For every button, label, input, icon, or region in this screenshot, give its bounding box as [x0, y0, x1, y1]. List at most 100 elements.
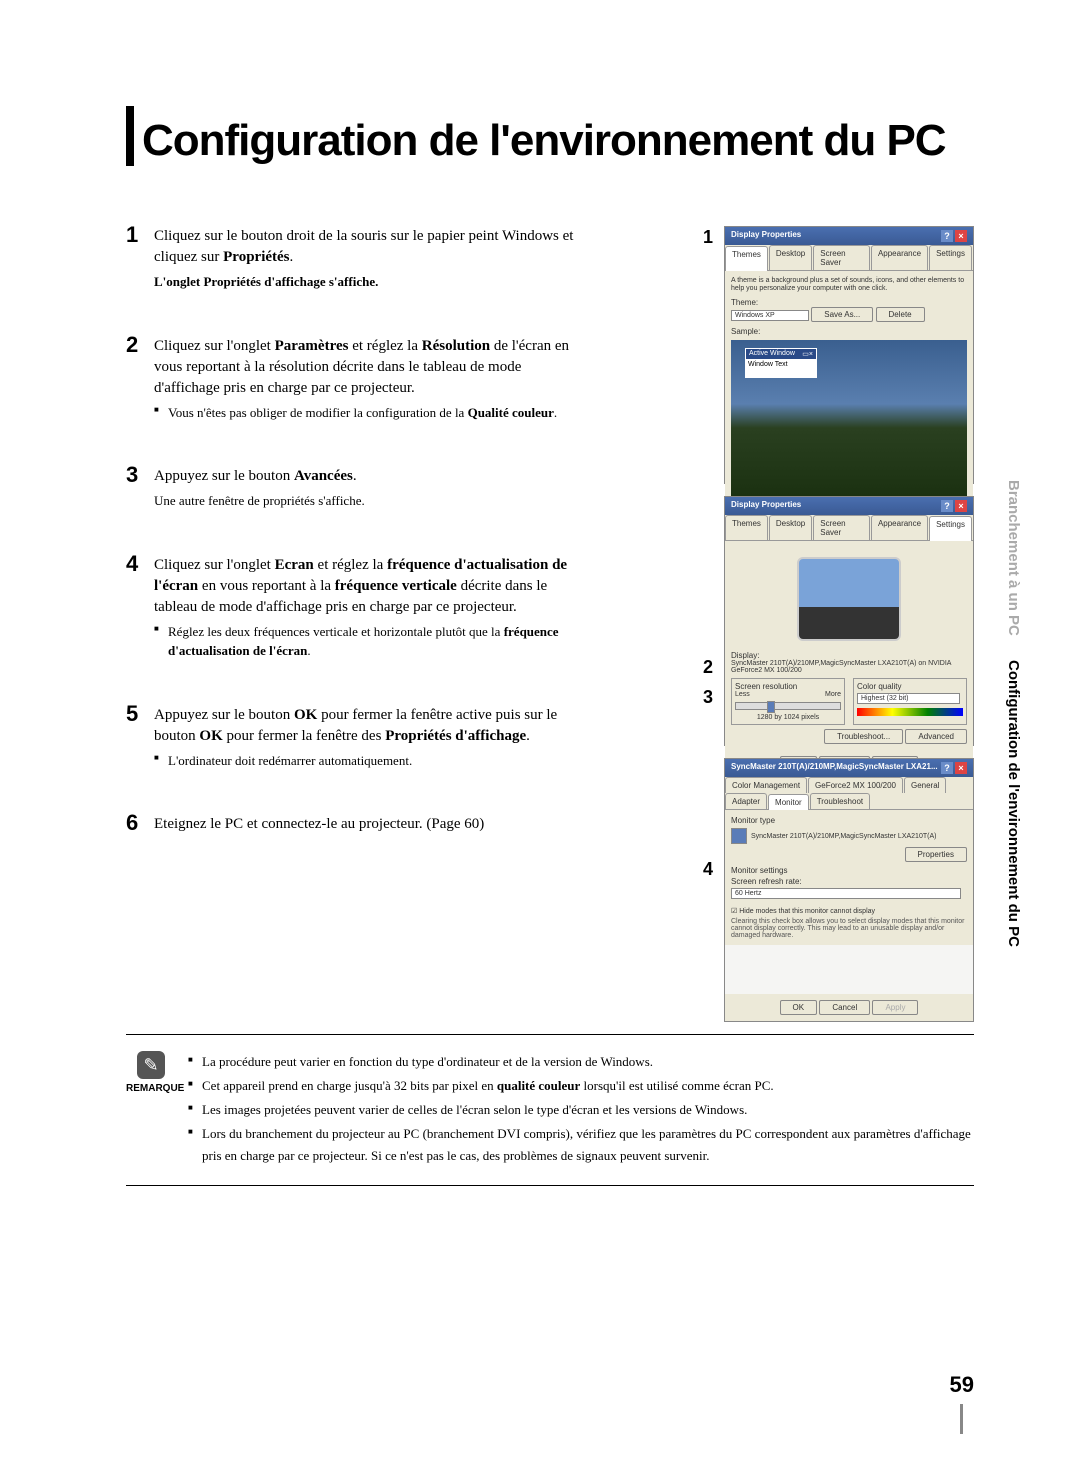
dialog-titlebar: SyncMaster 210T(A)/210MP,MagicSyncMaster… [725, 759, 973, 777]
step-text: Cliquez sur l'onglet Paramètres et régle… [154, 336, 586, 399]
dialog-body: Display: SyncMaster 210T(A)/210MP,MagicS… [725, 541, 973, 750]
tab-geforce[interactable]: GeForce2 MX 100/200 [808, 777, 903, 793]
pencil-icon: ✎ [137, 1051, 165, 1079]
remark-label: REMARQUE [126, 1083, 176, 1094]
dialog-tabs: Themes Desktop Screen Saver Appearance S… [725, 515, 973, 541]
monitor-icon [731, 828, 747, 844]
page: Configuration de l'environnement du PC 1… [0, 0, 1080, 1474]
sample-preview: Active Window▭× Window Text [731, 340, 967, 500]
step-5: 5 Appuyez sur le bouton OK pour fermer l… [126, 705, 586, 771]
advanced-button[interactable]: Advanced [905, 729, 967, 744]
help-icon[interactable]: ? [941, 230, 953, 242]
step-text: Appuyez sur le bouton Avancées. [154, 466, 586, 487]
tab-screensaver[interactable]: Screen Saver [813, 515, 870, 540]
tab-adapter[interactable]: Adapter [725, 793, 767, 809]
close-icon[interactable]: × [955, 762, 967, 774]
step-number: 4 [126, 551, 138, 577]
cancel-button[interactable]: Cancel [819, 1000, 870, 1015]
step-text: Cliquez sur l'onglet Ecran et réglez la … [154, 555, 586, 618]
tab-monitor[interactable]: Monitor [768, 794, 809, 810]
side-tab-page: Configuration de l'environnement du PC [1005, 660, 1022, 947]
page-title: Configuration de l'environnement du PC [126, 106, 974, 166]
step-bullet: L'ordinateur doit redémarrer automatique… [154, 751, 586, 771]
remark-list: La procédure peut varier en fonction du … [188, 1051, 974, 1169]
tab-themes[interactable]: Themes [725, 515, 768, 540]
dialog-body: A theme is a background plus a set of so… [725, 271, 973, 510]
dialog-tabs: Color Management GeForce2 MX 100/200 Gen… [725, 777, 973, 810]
dialog-tabs: Themes Desktop Screen Saver Appearance S… [725, 245, 973, 271]
tab-settings[interactable]: Settings [929, 245, 972, 270]
title-bar-icon [126, 106, 134, 166]
dialog-settings: 2 3 Display Properties ?× Themes Desktop… [724, 496, 974, 746]
tab-themes[interactable]: Themes [725, 246, 768, 271]
callout-4: 4 [703, 859, 713, 880]
callout-2: 2 [703, 657, 713, 678]
screenshots-column: 1 Display Properties ?× Themes Desktop S… [724, 226, 974, 1034]
step-bullet: Réglez les deux fréquences verticale et … [154, 622, 586, 661]
remark-item: Les images projetées peuvent varier de c… [188, 1099, 974, 1121]
resolution-slider[interactable] [735, 702, 841, 710]
page-number: 59 [950, 1372, 974, 1434]
step-1: 1 Cliquez sur le bouton droit de la sour… [126, 226, 586, 292]
step-number: 5 [126, 701, 138, 727]
properties-button[interactable]: Properties [905, 847, 967, 862]
tab-desktop[interactable]: Desktop [769, 245, 812, 270]
steps-column: 1 Cliquez sur le bouton droit de la sour… [126, 226, 586, 879]
monitor-preview-icon [797, 557, 901, 641]
tab-screensaver[interactable]: Screen Saver [813, 245, 870, 270]
window-buttons-icon: ▭× [802, 350, 813, 358]
refresh-rate-select[interactable]: 60 Hertz [731, 888, 961, 899]
step-text: Appuyez sur le bouton OK pour fermer la … [154, 705, 586, 747]
step-text: Eteignez le PC et connectez-le au projec… [154, 814, 586, 835]
tab-desktop[interactable]: Desktop [769, 515, 812, 540]
step-text: Cliquez sur le bouton droit de la souris… [154, 226, 586, 268]
tab-troubleshoot[interactable]: Troubleshoot [810, 793, 870, 809]
dialog-themes: 1 Display Properties ?× Themes Desktop S… [724, 226, 974, 484]
tab-appearance[interactable]: Appearance [871, 245, 928, 270]
remark-icon-column: ✎ REMARQUE [126, 1051, 176, 1169]
remark-item: La procédure peut varier en fonction du … [188, 1051, 974, 1073]
close-icon[interactable]: × [955, 230, 967, 242]
callout-1: 1 [703, 227, 713, 248]
help-icon[interactable]: ? [941, 762, 953, 774]
tab-settings[interactable]: Settings [929, 516, 972, 541]
step-bullet: Vous n'êtes pas obliger de modifier la c… [154, 403, 586, 423]
callout-3: 3 [703, 687, 713, 708]
apply-button[interactable]: Apply [872, 1000, 918, 1015]
saveas-button[interactable]: Save As... [811, 307, 873, 322]
hide-modes-checkbox[interactable]: ☑ [731, 908, 737, 915]
step-sub: L'onglet Propriétés d'affichage s'affich… [154, 272, 586, 292]
tab-color-mgmt[interactable]: Color Management [725, 777, 807, 793]
content-area: Configuration de l'environnement du PC 1… [126, 106, 974, 1394]
remark-item: Cet appareil prend en charge jusqu'à 32 … [188, 1075, 974, 1097]
delete-button[interactable]: Delete [876, 307, 925, 322]
step-6: 6 Eteignez le PC et connectez-le au proj… [126, 814, 586, 835]
window-controls: ?× [941, 230, 967, 242]
step-sub: Une autre fenêtre de propriétés s'affich… [154, 491, 586, 511]
side-tab: Branchement à un PC Configuration de l'e… [1005, 480, 1022, 947]
tab-general[interactable]: General [904, 777, 946, 793]
close-icon[interactable]: × [955, 500, 967, 512]
step-4: 4 Cliquez sur l'onglet Ecran et réglez l… [126, 555, 586, 661]
active-window-preview: Active Window▭× Window Text [745, 348, 817, 378]
remark-block: ✎ REMARQUE La procédure peut varier en f… [126, 1034, 974, 1186]
theme-select[interactable]: Windows XP [731, 310, 809, 321]
dialog-titlebar: Display Properties ?× [725, 497, 973, 515]
step-number: 1 [126, 222, 138, 248]
help-icon[interactable]: ? [941, 500, 953, 512]
ok-button[interactable]: OK [780, 1000, 818, 1015]
dialog-body: Monitor type SyncMaster 210T(A)/210MP,Ma… [725, 810, 973, 945]
color-quality-select[interactable]: Highest (32 bit) [857, 693, 960, 704]
color-bar-icon [857, 708, 963, 716]
dialog-titlebar: Display Properties ?× [725, 227, 973, 245]
step-number: 3 [126, 462, 138, 488]
tab-appearance[interactable]: Appearance [871, 515, 928, 540]
step-3: 3 Appuyez sur le bouton Avancées. Une au… [126, 466, 586, 511]
troubleshoot-button[interactable]: Troubleshoot... [824, 729, 903, 744]
step-number: 6 [126, 810, 138, 836]
step-number: 2 [126, 332, 138, 358]
dialog-monitor: 4 SyncMaster 210T(A)/210MP,MagicSyncMast… [724, 758, 974, 1022]
step-2: 2 Cliquez sur l'onglet Paramètres et rég… [126, 336, 586, 423]
remark-item: Lors du branchement du projecteur au PC … [188, 1123, 974, 1167]
side-tab-section: Branchement à un PC [1005, 480, 1022, 636]
